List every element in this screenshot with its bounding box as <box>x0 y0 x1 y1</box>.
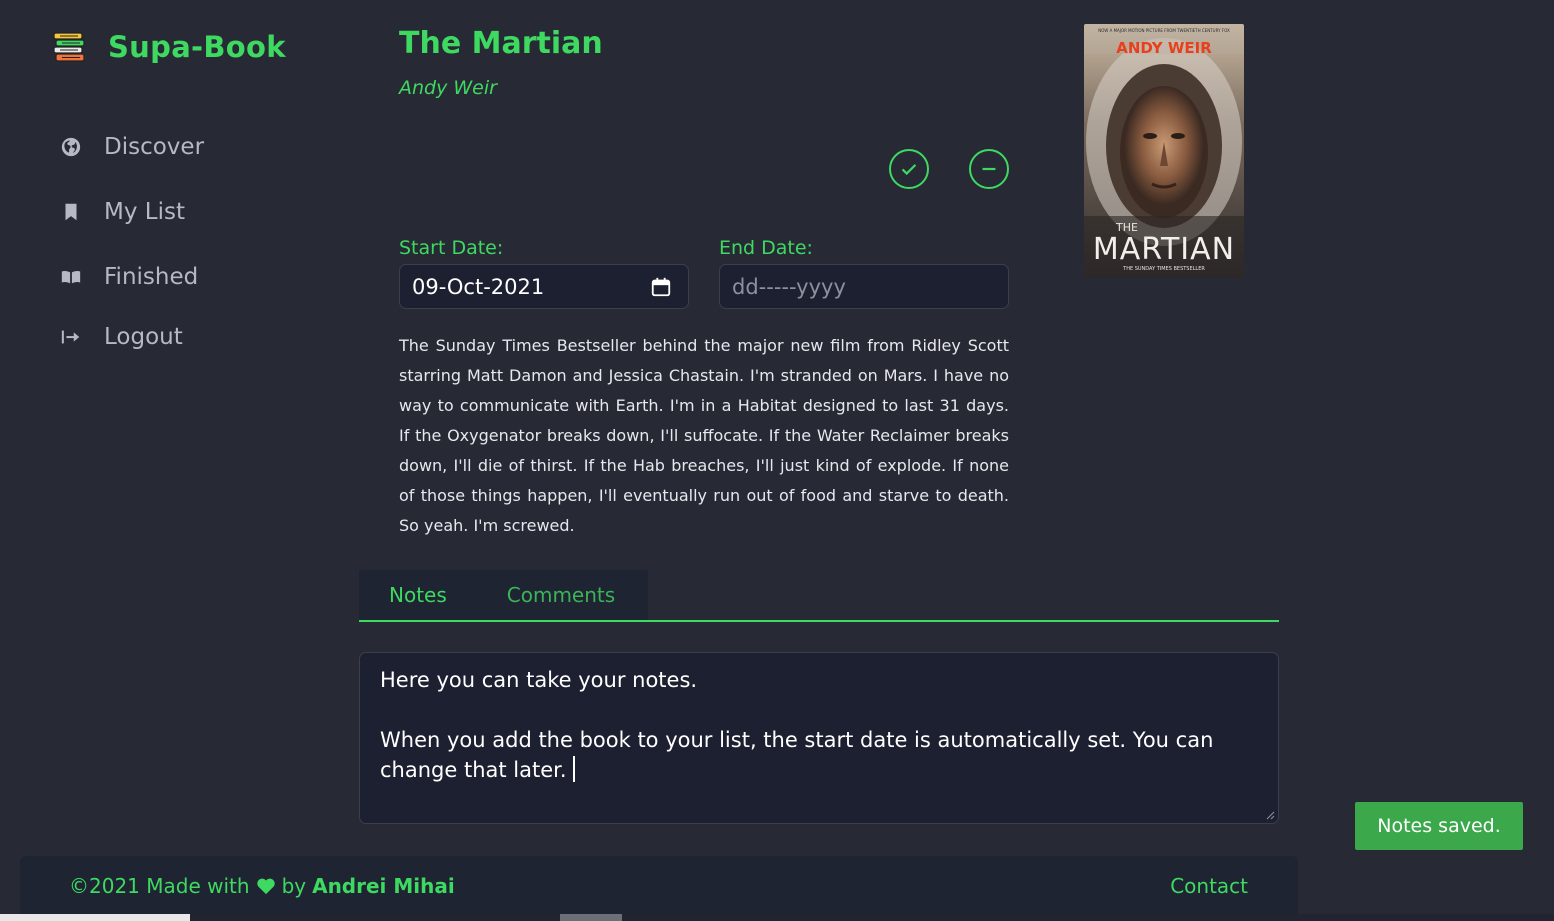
cover-title: MARTIAN <box>1093 232 1235 267</box>
footer-by: by <box>281 874 307 898</box>
footer-credit: ©2021 Made with by Andrei Mihai <box>69 874 455 898</box>
start-date-input[interactable]: 09-Oct-2021 <box>399 264 689 309</box>
tab-comments[interactable]: Comments <box>507 583 615 607</box>
logout-icon <box>58 324 84 350</box>
cover-author: ANDY WEIR <box>1116 39 1212 57</box>
check-icon <box>901 164 917 176</box>
globe-icon <box>58 134 84 160</box>
sidebar-item-label: Discover <box>104 134 205 160</box>
sidebar-item-label: Logout <box>104 324 183 350</box>
books-stack-icon <box>53 32 85 62</box>
horizontal-scrollbar[interactable] <box>0 914 1554 921</box>
app-name: Supa-Book <box>108 30 286 64</box>
start-date-value: 09-Oct-2021 <box>412 274 545 299</box>
end-date-input[interactable]: dd-----yyyy <box>719 264 1009 309</box>
tab-strip: Notes Comments <box>359 570 1279 622</box>
app-logo[interactable]: Supa-Book <box>52 30 286 64</box>
sidebar-nav: Discover My List Finished Logout <box>58 130 204 385</box>
end-date-label: End Date: <box>719 237 813 259</box>
cover-top-text: NOW A MAJOR MOTION PICTURE FROM TWENTIET… <box>1098 28 1230 33</box>
tab-notes[interactable]: Notes <box>389 583 447 607</box>
tab-bar: Notes Comments <box>359 570 648 620</box>
heart-icon <box>256 878 275 895</box>
resize-grip-icon[interactable] <box>1265 810 1275 820</box>
sidebar-item-label: My List <box>104 199 185 225</box>
book-title: The Martian <box>399 26 603 61</box>
mark-finished-button[interactable] <box>889 149 929 189</box>
end-date-placeholder: dd-----yyyy <box>732 274 846 299</box>
footer-prefix: ©2021 Made with <box>69 874 250 898</box>
footer-author-link[interactable]: Andrei Mihai <box>312 874 455 898</box>
notes-text: Here you can take your notes. When you a… <box>380 668 1214 782</box>
scrollbar-thumb[interactable] <box>560 914 622 921</box>
scrollbar-segment <box>0 914 190 921</box>
cover-tagline: THE SUNDAY TIMES BESTSELLER <box>1122 266 1205 272</box>
open-book-icon <box>58 264 84 290</box>
sidebar-item-logout[interactable]: Logout <box>58 320 204 354</box>
remove-from-list-button[interactable] <box>969 149 1009 189</box>
footer: ©2021 Made with by Andrei Mihai Contact <box>20 856 1298 921</box>
book-description: The Sunday Times Bestseller behind the m… <box>399 336 1009 535</box>
notes-textarea[interactable]: Here you can take your notes. When you a… <box>359 652 1279 824</box>
sidebar-item-my-list[interactable]: My List <box>58 195 204 229</box>
contact-link[interactable]: Contact <box>1170 874 1248 898</box>
book-author: Andy Weir <box>399 77 497 99</box>
minus-icon <box>982 167 996 171</box>
notes-saved-toast: Notes saved. <box>1355 802 1523 850</box>
start-date-label: Start Date: <box>399 237 504 259</box>
sidebar-item-discover[interactable]: Discover <box>58 130 204 164</box>
calendar-icon[interactable] <box>650 276 672 298</box>
book-cover-image: NOW A MAJOR MOTION PICTURE FROM TWENTIET… <box>1084 24 1244 278</box>
sidebar-item-label: Finished <box>104 264 199 290</box>
bookmark-icon <box>58 199 84 225</box>
text-caret <box>572 756 575 782</box>
sidebar-item-finished[interactable]: Finished <box>58 260 204 294</box>
book-cover: NOW A MAJOR MOTION PICTURE FROM TWENTIET… <box>1084 24 1244 278</box>
